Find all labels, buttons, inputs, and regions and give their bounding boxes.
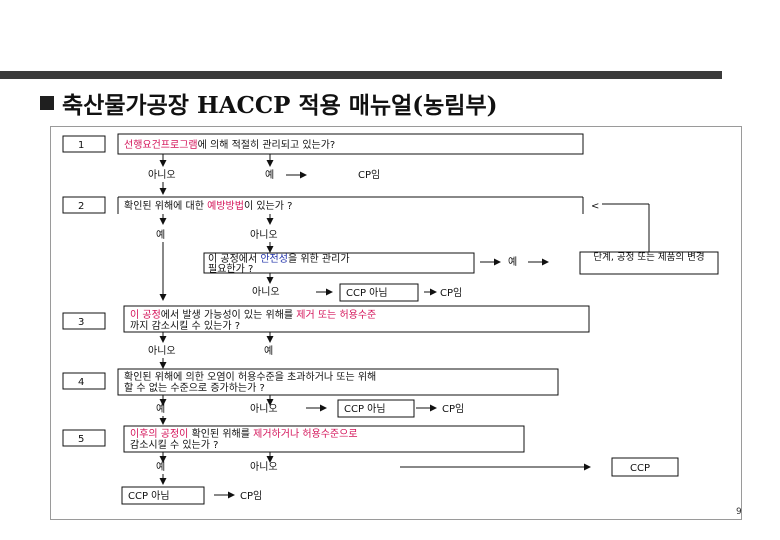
step-number-2: 2 bbox=[78, 201, 84, 212]
step1-no-label: 아니오 bbox=[148, 169, 176, 181]
step3-no-label: 아니오 bbox=[148, 345, 176, 357]
step1-yes-label: 예 bbox=[265, 169, 274, 181]
question-4-line2: 할 수 없는 수준으로 증가하는가 ? bbox=[124, 381, 265, 394]
step4-yes-label: 예 bbox=[156, 403, 165, 415]
step5-ccp-no: CCP 아님 bbox=[128, 490, 170, 502]
step-number-4: 4 bbox=[78, 377, 84, 388]
question-5-line2: 감소시킬 수 있는가 ? bbox=[130, 438, 218, 451]
haccp-decision-tree: 1 선행요건프로그램에 의해 적절히 관리되고 있는가? 아니오 예 CP임 2… bbox=[62, 133, 719, 505]
question-4-line1: 확인된 위해에 의한 오염이 허용수준을 초과하거나 또는 위해 bbox=[124, 370, 376, 383]
step4-ccp-no: CCP 아님 bbox=[344, 403, 386, 415]
step5-no-label: 아니오 bbox=[250, 461, 278, 473]
sub-question-line2: 필요한가 ? bbox=[208, 263, 253, 275]
step2-cp-result: CP임 bbox=[440, 286, 462, 299]
question-3-line1: 이 공정에서 발생 가능성이 있는 위해를 제거 또는 허용수준 bbox=[130, 308, 376, 321]
step4-no-label: 아니오 bbox=[250, 403, 278, 415]
step2-ccp-no: CCP 아님 bbox=[346, 287, 388, 299]
question-2: 확인된 위해에 대한 예방방법이 있는가 ? bbox=[124, 199, 292, 212]
step5-cp-result: CP임 bbox=[240, 489, 262, 502]
step4-cp-result: CP임 bbox=[442, 402, 464, 415]
step-number-1: 1 bbox=[78, 140, 84, 151]
sub-no-label: 아니오 bbox=[252, 286, 280, 298]
step1-cp-result: CP임 bbox=[358, 168, 380, 181]
question-5-line1: 이후의 공정이 확인된 위해를 제거하거나 허용수준으로 bbox=[130, 427, 358, 440]
step-number-3: 3 bbox=[78, 317, 84, 328]
step-number-5: 5 bbox=[78, 434, 84, 445]
step2-no-label: 아니오 bbox=[250, 229, 278, 241]
sub-yes-label: 예 bbox=[508, 256, 517, 268]
step5-yes-label: 예 bbox=[156, 461, 165, 473]
modify-text: 단계, 공정 또는 제품의 변경 bbox=[593, 252, 705, 263]
question-3-line2: 까지 감소시킬 수 있는가 ? bbox=[130, 319, 240, 332]
step5-ccp: CCP bbox=[630, 463, 650, 474]
loop-back-arrow-icon: < bbox=[591, 201, 599, 212]
question-1: 선행요건프로그램에 의해 적절히 관리되고 있는가? bbox=[124, 138, 335, 151]
step3-yes-label: 예 bbox=[264, 345, 273, 357]
step2-yes-label: 예 bbox=[156, 229, 165, 241]
